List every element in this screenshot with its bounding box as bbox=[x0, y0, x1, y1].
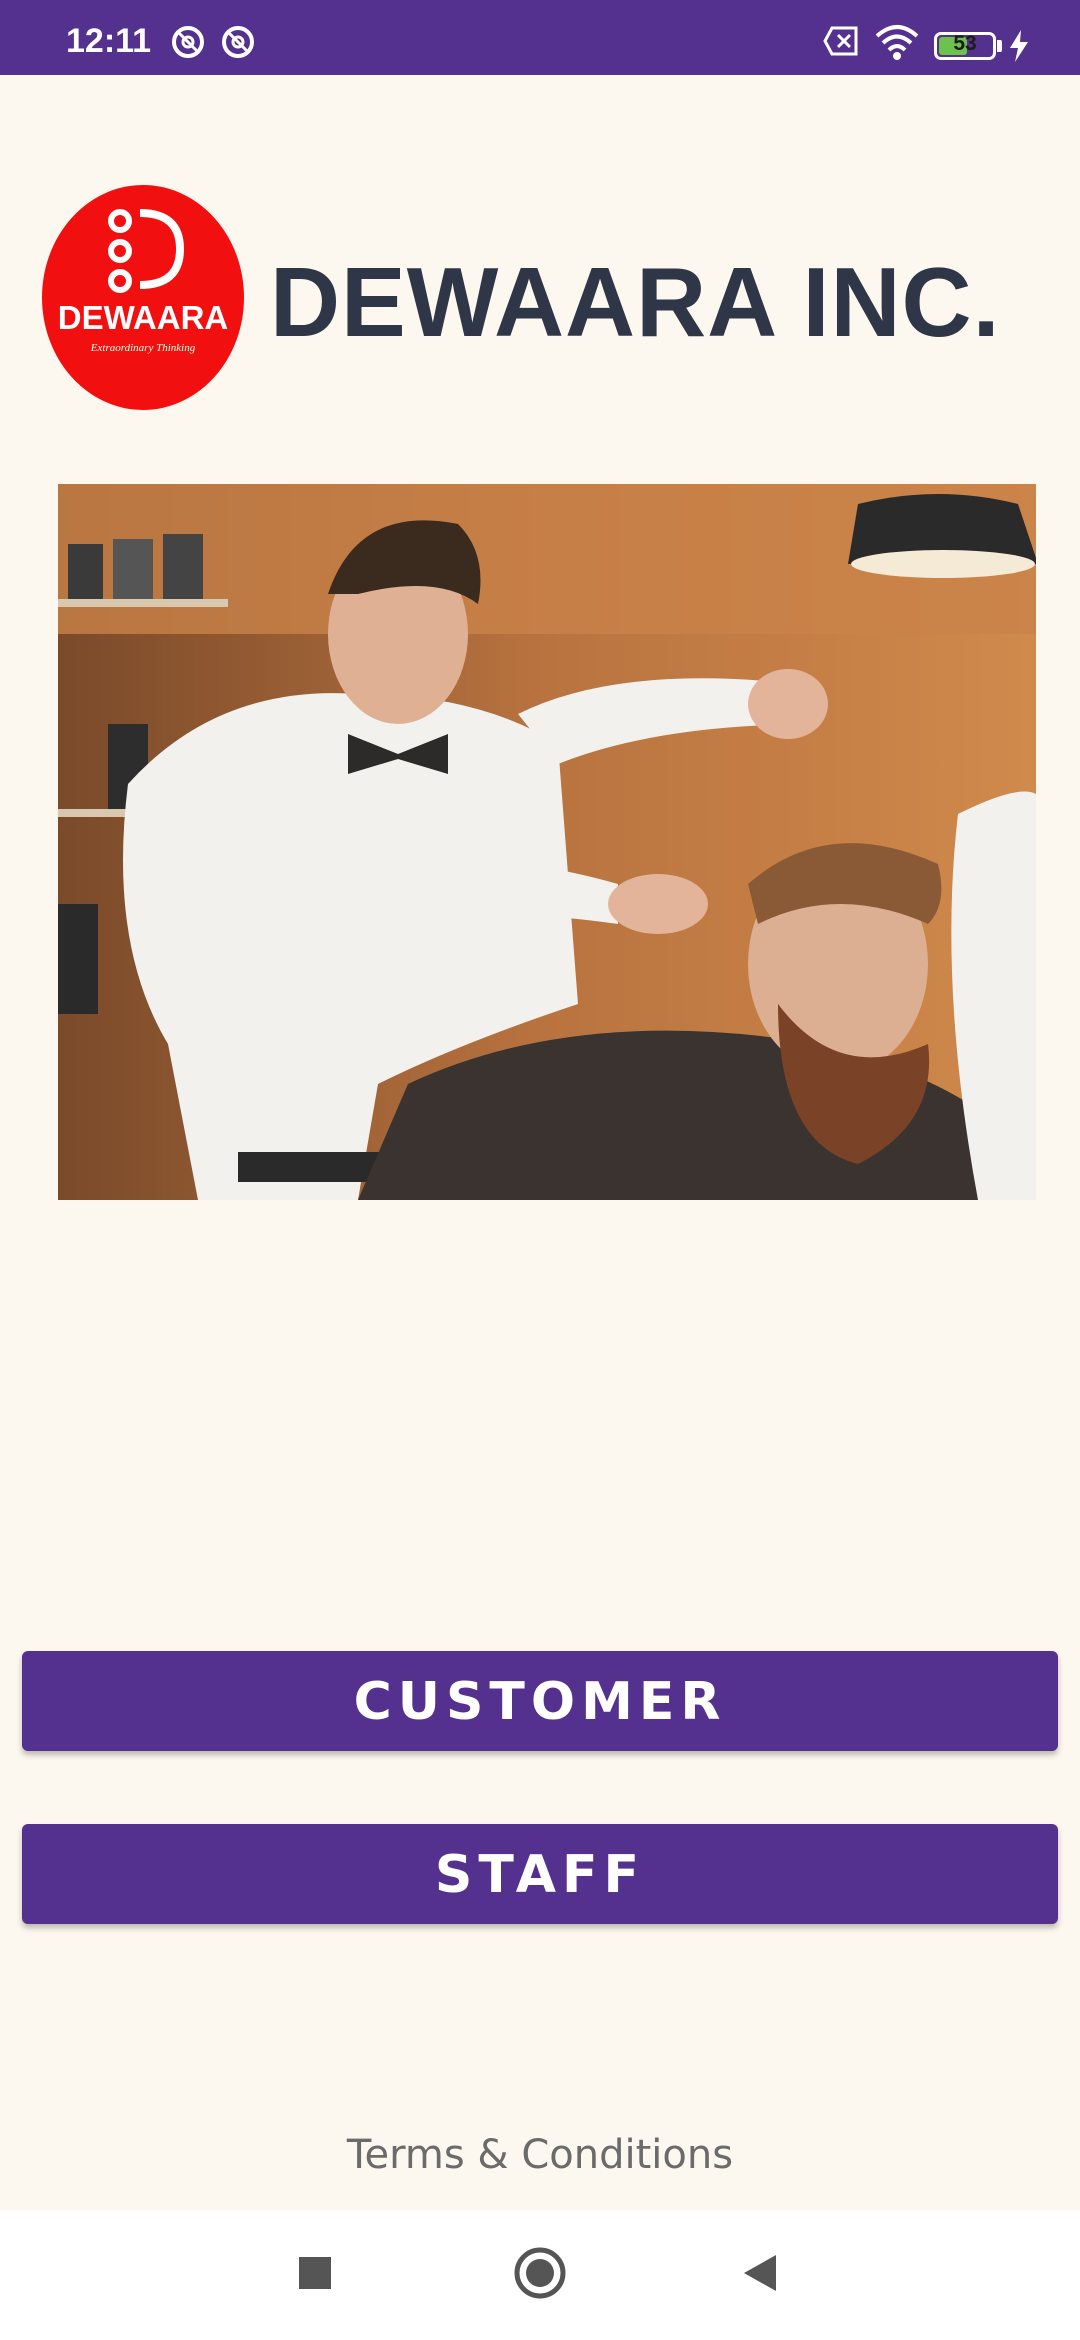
terms-conditions-link[interactable]: Terms & Conditions bbox=[0, 2132, 1080, 2178]
do-not-disturb-icon bbox=[220, 24, 256, 64]
status-bar: 12:11 53 bbox=[0, 0, 1080, 75]
back-triangle-icon bbox=[742, 2253, 778, 2297]
charging-icon bbox=[1008, 30, 1030, 66]
system-nav-bar bbox=[0, 2210, 1080, 2340]
sim-off-icon bbox=[822, 24, 860, 62]
barber-shop-photo bbox=[58, 484, 1036, 1200]
battery-tip bbox=[997, 40, 1002, 52]
back-button[interactable] bbox=[700, 2210, 820, 2340]
battery-level: 53 bbox=[953, 32, 977, 55]
wifi-icon bbox=[874, 22, 920, 66]
logo-word: DEWAARA bbox=[57, 299, 229, 336]
status-time: 12:11 bbox=[66, 22, 152, 60]
square-icon bbox=[298, 2256, 332, 2294]
home-button[interactable] bbox=[480, 2210, 600, 2340]
do-not-disturb-icon bbox=[170, 24, 206, 64]
customer-button[interactable]: CUSTOMER bbox=[22, 1651, 1058, 1751]
staff-button[interactable]: STAFF bbox=[22, 1824, 1058, 1924]
home-circle-icon bbox=[513, 2246, 567, 2304]
brand-name: DEWAARA INC. bbox=[270, 247, 1001, 357]
logo-mark-icon bbox=[108, 209, 185, 293]
battery-icon: 53 bbox=[934, 32, 996, 60]
recents-button[interactable] bbox=[255, 2210, 375, 2340]
logo: DEWAARA Extraordinary Thinking bbox=[42, 185, 244, 410]
logo-tagline: Extraordinary Thinking bbox=[90, 342, 196, 354]
